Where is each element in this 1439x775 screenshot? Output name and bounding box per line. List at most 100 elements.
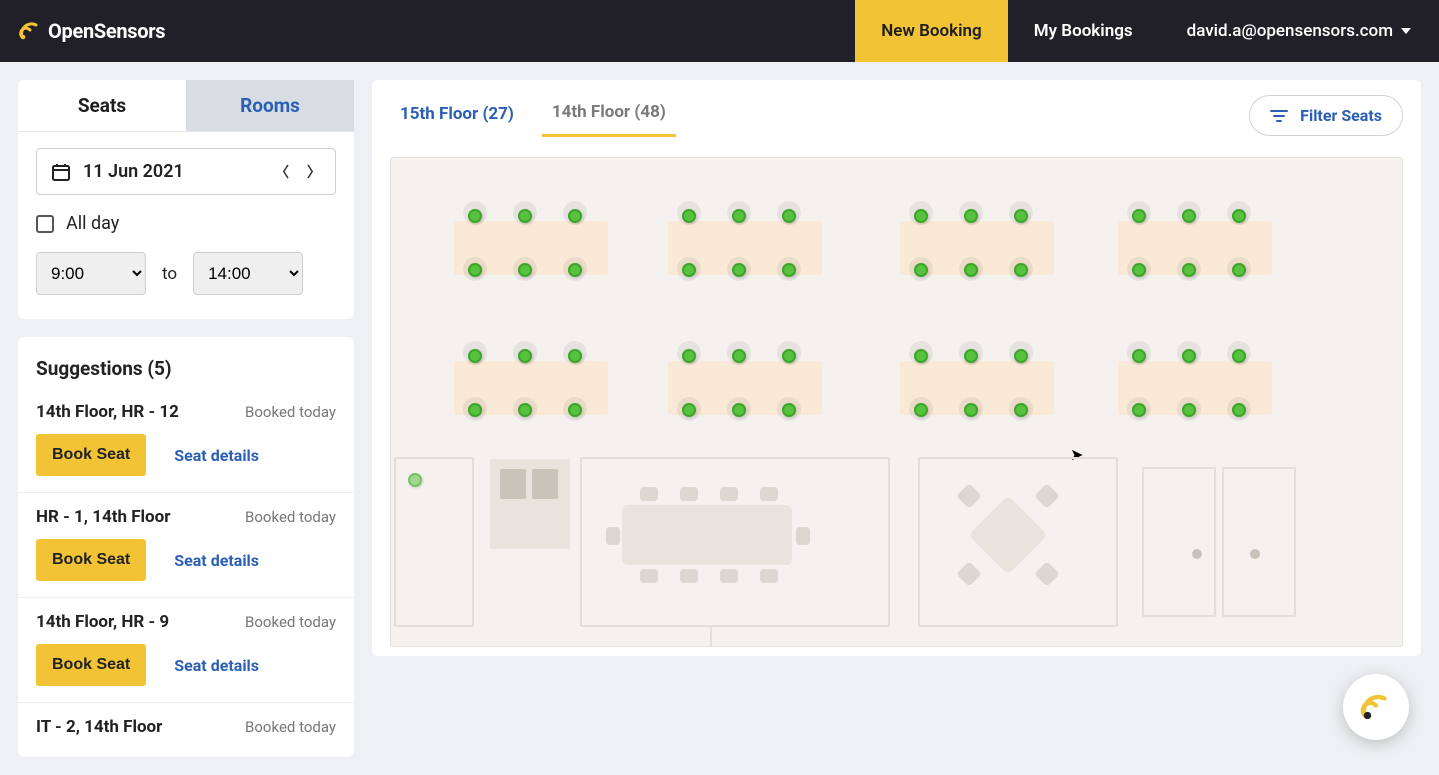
chat-icon — [1359, 690, 1393, 724]
filter-seats-button[interactable]: Filter Seats — [1249, 95, 1403, 136]
seat-marker[interactable] — [1182, 349, 1196, 363]
seat-marker[interactable] — [682, 209, 696, 223]
chair — [720, 569, 738, 583]
seat-marker[interactable] — [914, 209, 928, 223]
seat-marker[interactable] — [568, 263, 582, 277]
seat-marker[interactable] — [1182, 263, 1196, 277]
tab-rooms[interactable]: Rooms — [186, 80, 354, 132]
date-picker[interactable]: 11 Jun 2021 〈 〉 — [36, 148, 336, 195]
seat-marker[interactable] — [914, 403, 928, 417]
seat-marker[interactable] — [468, 349, 482, 363]
seat-marker[interactable] — [1014, 349, 1028, 363]
brand-logo: OpenSensors — [0, 19, 165, 43]
seat-marker[interactable] — [782, 403, 796, 417]
light — [1250, 549, 1260, 559]
main-layout: Seats Rooms 11 Jun 2021 〈 — [0, 62, 1439, 775]
seat-marker[interactable] — [468, 209, 482, 223]
light — [1192, 549, 1202, 559]
seat-marker[interactable] — [1014, 403, 1028, 417]
seat-marker[interactable] — [1182, 209, 1196, 223]
seat-marker[interactable] — [1014, 263, 1028, 277]
seat-marker[interactable] — [964, 349, 978, 363]
seat-details-link[interactable]: Seat details — [174, 656, 259, 675]
all-day-label: All day — [66, 213, 119, 234]
chair — [640, 569, 658, 583]
next-day-button[interactable]: 〉 — [307, 162, 321, 182]
seat-details-link[interactable]: Seat details — [174, 551, 259, 570]
seat-marker[interactable] — [782, 263, 796, 277]
seat-marker[interactable] — [568, 209, 582, 223]
seat-marker[interactable] — [518, 349, 532, 363]
calendar-icon — [51, 162, 71, 182]
seat-marker[interactable] — [1132, 209, 1146, 223]
seat-marker[interactable] — [914, 349, 928, 363]
floor-tab-14[interactable]: 14th Floor (48) — [542, 94, 676, 137]
seat-marker[interactable] — [732, 209, 746, 223]
meeting-table — [622, 505, 792, 565]
floor-tab-15-label: 15th Floor (27) — [400, 104, 514, 124]
time-to-label: to — [162, 264, 177, 284]
seat-details-link[interactable]: Seat details — [174, 446, 259, 465]
seat-marker[interactable] — [964, 263, 978, 277]
my-bookings-label: My Bookings — [1034, 21, 1133, 41]
new-booking-button[interactable]: New Booking — [855, 0, 1008, 62]
book-seat-button[interactable]: Book Seat — [36, 434, 146, 476]
floor-tab-15[interactable]: 15th Floor (27) — [390, 96, 524, 136]
chat-fab[interactable] — [1343, 674, 1409, 740]
seat-marker[interactable] — [682, 263, 696, 277]
user-menu[interactable]: david.a@opensensors.com — [1159, 21, 1439, 41]
seat-marker[interactable] — [568, 349, 582, 363]
filter-seats-label: Filter Seats — [1300, 106, 1382, 125]
chair — [680, 487, 698, 501]
seat-marker[interactable] — [1132, 403, 1146, 417]
seat-marker[interactable] — [732, 263, 746, 277]
chair — [640, 487, 658, 501]
suggestion-title: IT - 2, 14th Floor — [36, 717, 162, 737]
seat-marker[interactable] — [568, 403, 582, 417]
seat-marker[interactable] — [1232, 263, 1246, 277]
chair — [760, 569, 778, 583]
seat-marker[interactable] — [732, 403, 746, 417]
seat-marker[interactable] — [1132, 349, 1146, 363]
chair — [680, 569, 698, 583]
time-from-select[interactable]: 9:00 — [36, 252, 146, 295]
book-seat-button[interactable]: Book Seat — [36, 539, 146, 581]
seat-marker[interactable] — [468, 403, 482, 417]
suggestion-item: 14th Floor, HR - 12 Booked today Book Se… — [18, 388, 354, 493]
chair — [720, 487, 738, 501]
room-outline — [1142, 467, 1216, 617]
seat-marker[interactable] — [1132, 263, 1146, 277]
seat-marker[interactable] — [1232, 403, 1246, 417]
tab-seats-label: Seats — [78, 94, 126, 117]
seat-marker[interactable] — [518, 403, 532, 417]
suggestions-header: Suggestions (5) — [18, 337, 354, 388]
seat-marker[interactable] — [682, 349, 696, 363]
my-bookings-button[interactable]: My Bookings — [1008, 0, 1159, 62]
suggestion-status: Booked today — [245, 718, 336, 736]
suggestion-status: Booked today — [245, 403, 336, 421]
time-to-select[interactable]: 14:00 — [193, 252, 303, 295]
book-seat-button[interactable]: Book Seat — [36, 644, 146, 686]
seat-marker[interactable] — [964, 209, 978, 223]
seat-marker[interactable] — [682, 403, 696, 417]
seat-marker[interactable] — [1232, 209, 1246, 223]
floor-tab-14-label: 14th Floor (48) — [552, 102, 666, 122]
floorplan[interactable]: ➤ — [390, 157, 1403, 647]
seat-marker[interactable] — [1014, 209, 1028, 223]
prev-day-button[interactable]: 〈 — [275, 162, 289, 182]
all-day-checkbox[interactable] — [36, 215, 54, 233]
seat-marker[interactable] — [1182, 403, 1196, 417]
tab-seats[interactable]: Seats — [18, 80, 186, 132]
seat-marker[interactable] — [964, 403, 978, 417]
floorplan-panel: 15th Floor (27) 14th Floor (48) Filter S… — [372, 80, 1421, 656]
seat-marker[interactable] — [518, 263, 532, 277]
seat-marker[interactable] — [518, 209, 532, 223]
suggestion-item: 14th Floor, HR - 9 Booked today Book Sea… — [18, 598, 354, 703]
seat-marker[interactable] — [782, 349, 796, 363]
seat-marker[interactable] — [1232, 349, 1246, 363]
seat-marker[interactable] — [468, 263, 482, 277]
seat-marker[interactable] — [914, 263, 928, 277]
chair — [760, 487, 778, 501]
seat-marker[interactable] — [782, 209, 796, 223]
seat-marker[interactable] — [732, 349, 746, 363]
